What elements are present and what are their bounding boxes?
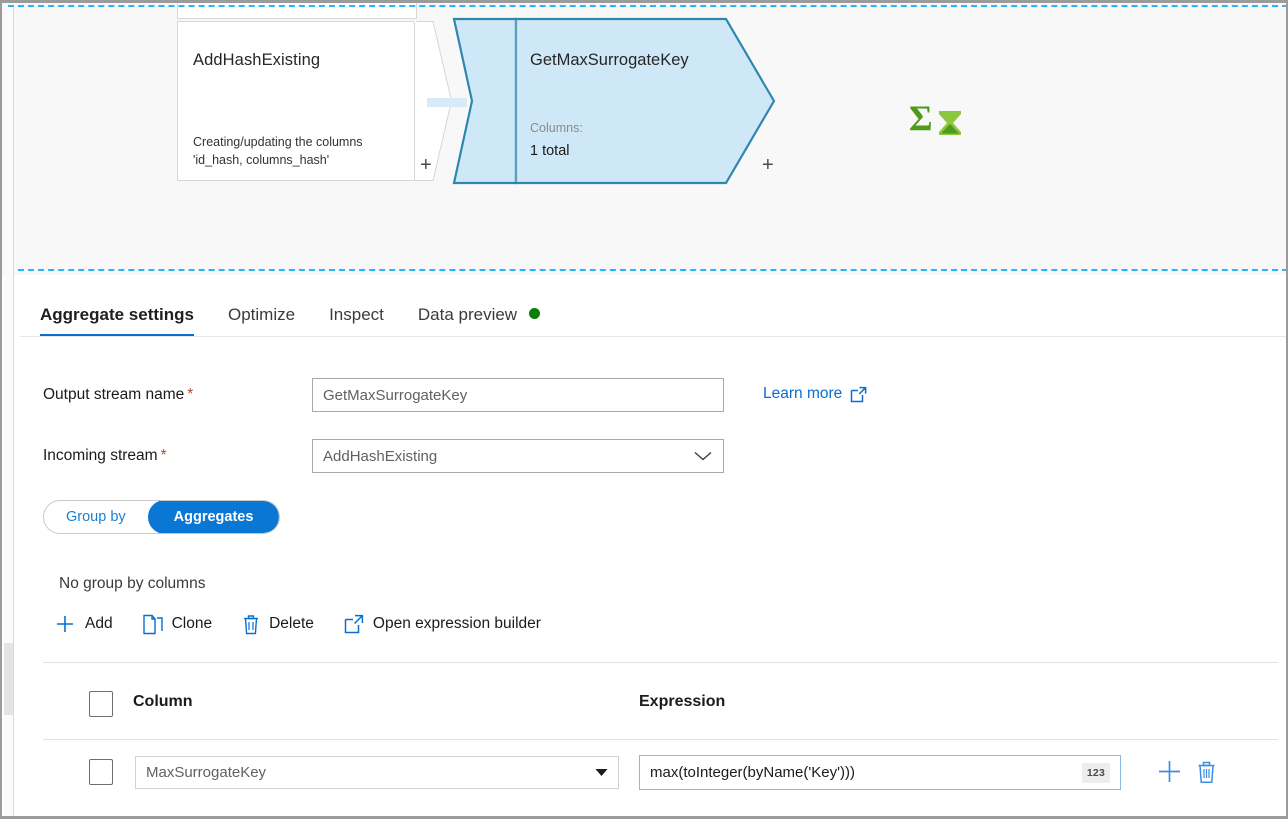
tab-aggregate-settings[interactable]: Aggregate settings xyxy=(40,305,210,337)
copy-icon xyxy=(143,614,163,635)
row-column-value: MaxSurrogateKey xyxy=(146,764,266,781)
node-meta-value: 1 total xyxy=(530,143,570,159)
tab-label: Inspect xyxy=(329,305,384,324)
no-group-by-columns-text: No group by columns xyxy=(59,575,205,593)
panel-scrollbar-thumb[interactable] xyxy=(4,643,13,715)
table-top-divider xyxy=(43,662,1278,663)
chevron-down-icon xyxy=(693,450,713,462)
node-description: Creating/updating the columns 'id_hash, … xyxy=(193,133,363,169)
clone-label: Clone xyxy=(172,615,213,633)
label-text: Output stream name xyxy=(43,386,184,403)
trash-icon xyxy=(1196,759,1217,784)
row-select-checkbox[interactable] xyxy=(89,759,113,785)
data-preview-status-dot xyxy=(529,308,540,319)
external-link-icon xyxy=(850,386,867,403)
add-node-after-source-button[interactable]: + xyxy=(420,155,432,175)
delete-button[interactable]: Delete xyxy=(242,613,314,635)
delete-label: Delete xyxy=(269,615,314,633)
add-button[interactable]: Add xyxy=(54,613,113,635)
add-label: Add xyxy=(85,615,113,633)
node-title: GetMaxSurrogateKey xyxy=(530,51,689,70)
row-expression-input[interactable]: max(toInteger(byName('Key'))) 123 xyxy=(639,755,1121,790)
delete-row-button[interactable] xyxy=(1196,759,1217,784)
output-stream-name-input[interactable]: GetMaxSurrogateKey xyxy=(312,378,724,412)
add-row-button[interactable] xyxy=(1157,759,1182,784)
required-asterisk: * xyxy=(187,386,193,403)
add-node-after-aggregate-button[interactable]: + xyxy=(762,155,774,175)
clone-button[interactable]: Clone xyxy=(143,614,213,635)
learn-more-link[interactable]: Learn more xyxy=(763,385,867,403)
plus-icon xyxy=(54,613,76,635)
expression-type-badge: 123 xyxy=(1082,763,1110,783)
tab-label: Data preview xyxy=(418,305,517,324)
toggle-option-group-by[interactable]: Group by xyxy=(44,501,148,533)
aggregate-command-bar: Add Clone Delete xyxy=(54,613,541,635)
tab-optimize[interactable]: Optimize xyxy=(210,305,311,337)
external-link-icon xyxy=(344,614,364,634)
label-text: Incoming stream xyxy=(43,447,158,464)
column-header-column: Column xyxy=(133,693,193,711)
trash-icon xyxy=(242,613,260,635)
dataflow-node-addhashexisting[interactable]: AddHashExisting Creating/updating the co… xyxy=(177,21,415,181)
select-all-checkbox[interactable] xyxy=(89,691,113,717)
groupby-aggregates-toggle[interactable]: Group by Aggregates xyxy=(43,500,280,534)
tab-inspect[interactable]: Inspect xyxy=(311,305,400,337)
incoming-stream-label: Incoming stream* xyxy=(43,447,167,465)
aggregate-sigma-icon: Σ xyxy=(909,97,965,139)
incoming-stream-value: AddHashExisting xyxy=(323,448,437,465)
row-expression-value: max(toInteger(byName('Key'))) xyxy=(650,764,855,781)
aggregate-settings-panel: AddHashExisting Creating/updating the co… xyxy=(0,0,1288,819)
table-header-divider xyxy=(43,739,1278,740)
plus-icon xyxy=(1157,759,1182,784)
node-stub-above xyxy=(177,3,417,19)
settings-tabstrip: Aggregate settings Optimize Inspect Data… xyxy=(2,275,1286,337)
dataflow-node-getmaxsurrogatekey[interactable]: Σ GetMaxSurrogateKey Columns: 1 total xyxy=(452,17,777,185)
tab-label: Optimize xyxy=(228,305,295,324)
tab-data-preview[interactable]: Data preview xyxy=(400,305,556,337)
svg-text:Σ: Σ xyxy=(909,98,933,138)
incoming-stream-select[interactable]: AddHashExisting xyxy=(312,439,724,473)
column-header-expression: Expression xyxy=(639,693,725,711)
open-expression-builder-label: Open expression builder xyxy=(373,615,541,633)
required-asterisk: * xyxy=(161,447,167,464)
panel-left-rail xyxy=(13,7,14,818)
dataflow-canvas[interactable]: AddHashExisting Creating/updating the co… xyxy=(2,3,1286,275)
caret-down-icon xyxy=(595,768,608,777)
tabstrip-divider xyxy=(20,336,1286,337)
row-column-select[interactable]: MaxSurrogateKey xyxy=(135,756,619,789)
aggregate-node-shape xyxy=(452,17,777,185)
node-meta-label: Columns: xyxy=(530,121,583,135)
toggle-option-aggregates[interactable]: Aggregates xyxy=(148,500,280,534)
learn-more-label: Learn more xyxy=(763,385,842,403)
output-stream-name-label: Output stream name* xyxy=(43,386,193,404)
open-expression-builder-button[interactable]: Open expression builder xyxy=(344,614,541,634)
node-title: AddHashExisting xyxy=(193,51,320,70)
tab-label: Aggregate settings xyxy=(40,305,194,324)
